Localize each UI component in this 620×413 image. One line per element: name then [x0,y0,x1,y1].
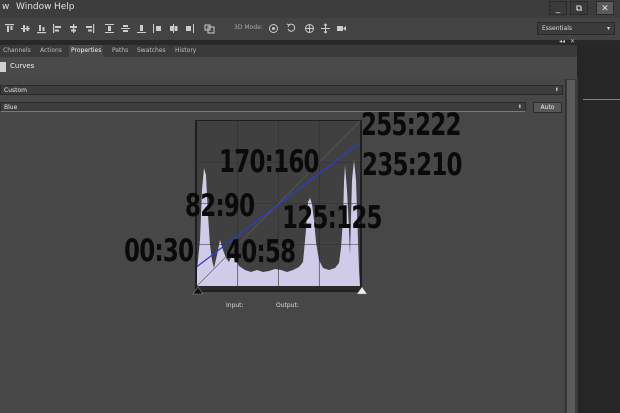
tab-swatches[interactable]: Swatches [135,45,168,57]
photoshop-window: w Window Help _ ⧉ ✕ 3D Mode: Essentials … [0,0,620,413]
tab-properties[interactable]: Properties [69,45,104,57]
panel-menu-icon[interactable] [566,48,574,63]
chevron-updown-icon: ⬍ [517,104,522,110]
annotation-label: 170:160 [219,144,320,180]
3d-rotate-icon[interactable] [268,23,279,34]
menu-bar: w Window Help _ ⧉ ✕ [0,0,620,18]
distribute-center-icon[interactable] [168,23,179,34]
distribute-top-icon[interactable] [104,23,115,34]
menu-help[interactable]: Help [54,2,75,12]
tab-actions[interactable]: Actions [38,45,64,57]
align-center-icon[interactable] [68,23,79,34]
distribute-bottom-icon[interactable] [136,23,147,34]
panel-scrollbar-thumb[interactable] [567,80,575,413]
align-left-icon[interactable] [52,23,63,34]
tab-channels[interactable]: Channels [1,45,33,57]
annotation-label: 125:125 [282,200,383,236]
options-bar: 3D Mode: Essentials ▾ [0,18,620,41]
close-button[interactable]: ✕ [596,1,614,15]
properties-header: Curves [0,57,577,79]
restore-button[interactable]: ⧉ [570,1,588,15]
workspace-dropdown[interactable]: Essentials ▾ [537,22,615,35]
workspace-value: Essentials [542,25,573,32]
black-point-slider[interactable] [192,286,204,296]
document-canvas-area [577,45,620,413]
preset-dropdown[interactable]: Custom ⬍ [0,85,563,95]
3d-slide-icon[interactable] [320,23,331,34]
auto-button[interactable]: Auto [533,102,562,113]
distribute-middle-icon[interactable] [120,23,131,34]
annotation-label: 40:58 [226,234,296,270]
collapse-panels-icon[interactable]: ◂◂ [559,38,565,45]
chevron-down-icon: ▾ [606,25,610,32]
3d-roll-icon[interactable] [286,23,297,34]
menu-view[interactable]: w [2,2,9,12]
input-label: Input: [226,302,244,309]
white-point-slider[interactable] [356,286,368,296]
align-middle-icon[interactable] [20,23,31,34]
output-label: Output: [276,302,299,309]
align-top-icon[interactable] [4,23,15,34]
3d-mode-label: 3D Mode: [234,24,263,31]
menu-window[interactable]: Window [16,2,52,12]
preset-value: Custom [4,87,27,94]
tab-history[interactable]: History [173,45,198,57]
curves-adjustment-icon [0,62,6,72]
auto-align-icon[interactable] [204,23,215,34]
annotation-label: 00:30 [124,233,194,269]
3d-scale-icon[interactable] [336,23,347,34]
minimize-button[interactable]: _ [549,1,567,15]
panel-title: Curves [10,62,35,70]
annotation-label: 235:210 [362,147,463,183]
annotation-label: 255:222 [361,107,462,143]
tab-paths[interactable]: Paths [110,45,130,57]
align-right-icon[interactable] [84,23,95,34]
align-bottom-icon[interactable] [36,23,47,34]
close-panel-icon[interactable]: ✕ [570,38,575,45]
output-gradient-bar [197,286,360,290]
distribute-left-icon[interactable] [152,23,163,34]
channel-value: Blue [4,104,18,111]
chevron-updown-icon: ⬍ [554,87,559,93]
annotation-label: 82:90 [185,188,255,224]
3d-pan-icon[interactable] [304,23,315,34]
distribute-right-icon[interactable] [184,23,195,34]
canvas-accent-line [583,99,620,100]
